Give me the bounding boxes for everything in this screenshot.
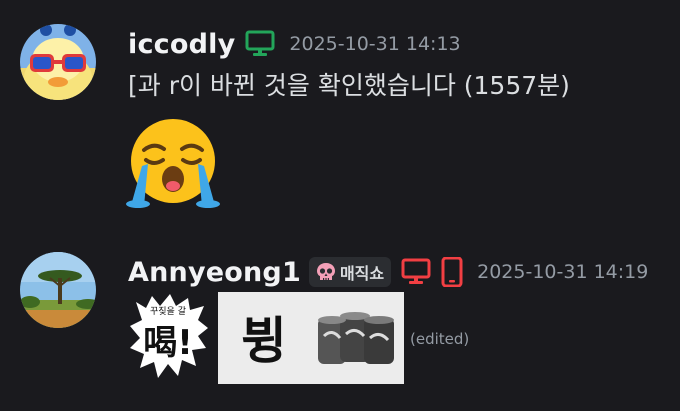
message-header: iccodly 2025-10-31 14:13 <box>128 26 461 62</box>
boong-sticker[interactable]: 뷩 <box>218 292 404 384</box>
timestamp[interactable]: 2025-10-31 14:19 <box>477 261 648 283</box>
message-annyeong1: Annyeong1 매직쇼 2025-10-31 14:19 꾸짖을 갈 喝! … <box>0 252 680 411</box>
message-text: [과 r이 바뀐 것을 확인했습니다 (1557분) <box>128 71 570 100</box>
shout-sticker-big-text: 喝! <box>143 323 193 363</box>
message-attachments: 꾸짖을 갈 喝! 뷩 (edited) <box>128 292 469 384</box>
role-tag-label: 매직쇼 <box>339 264 385 283</box>
edited-label: (edited) <box>410 330 470 348</box>
message-header: Annyeong1 매직쇼 2025-10-31 14:19 <box>128 254 648 290</box>
username[interactable]: Annyeong1 <box>128 257 301 288</box>
shout-sticker[interactable]: 꾸짖을 갈 喝! <box>128 292 210 384</box>
message-iccodly: iccodly 2025-10-31 14:13 [과 r이 바뀐 것을 확인했… <box>0 24 680 220</box>
pink-skull-icon <box>316 263 335 280</box>
can-pack-image <box>318 312 394 364</box>
username[interactable]: iccodly <box>128 29 235 60</box>
avatar[interactable] <box>20 24 96 100</box>
role-tag[interactable]: 매직쇼 <box>308 257 392 287</box>
boong-sticker-text: 뷩 <box>241 312 287 370</box>
timestamp[interactable]: 2025-10-31 14:13 <box>289 33 460 55</box>
loudly-crying-face-emoji[interactable] <box>126 116 220 210</box>
avatar[interactable] <box>20 252 96 328</box>
desktop-icon <box>401 258 431 286</box>
shout-sticker-small-text: 꾸짖을 갈 <box>150 306 186 317</box>
mobile-icon <box>441 257 463 287</box>
desktop-icon <box>245 30 275 58</box>
